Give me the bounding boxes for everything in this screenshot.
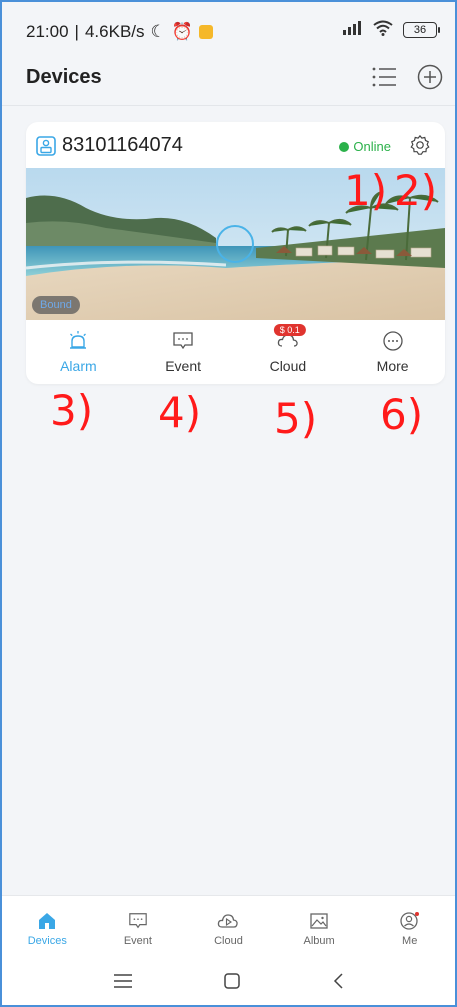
square-home-icon [223,973,240,989]
device-camera-icon [36,135,56,156]
nav-devices[interactable]: Devices [2,896,93,962]
wifi-icon [373,20,393,39]
profile-icon [400,912,419,930]
nav-event-label: Event [123,935,152,947]
nav-me-label: Me [402,935,418,947]
signal-icon [341,21,363,38]
alarm-siren-icon [70,331,87,349]
menu-icon [113,974,132,988]
event-message-icon [129,913,147,929]
alarm-clock-icon: ⏰ [171,22,193,41]
event-message-icon [173,332,193,350]
status-separator: | [74,22,79,41]
online-dot [339,141,350,152]
bottom-nav: Devices Event Cloud Album Me [2,895,455,962]
online-status: Online [339,139,391,154]
status-left: 21:00 | 4.6KB/s ☾ ⏰ [26,22,213,42]
home-icon [39,913,56,929]
nav-me[interactable]: Me [364,896,455,962]
status-right: 36 [341,20,440,39]
device-actions: Alarm Event $ 0.1 Cloud More [26,320,445,384]
event-button[interactable]: Event [131,320,236,384]
album-image-icon [310,913,328,929]
device-id: 83101164074 [62,134,183,156]
header: Devices [2,58,455,104]
system-nav-bar [2,962,455,1005]
nav-cloud[interactable]: Cloud [183,896,274,962]
annotation-2: 2) [394,166,438,215]
system-menu-button[interactable] [113,973,133,994]
nav-cloud-label: Cloud [214,935,243,947]
cloud-play-icon [218,914,239,928]
back-chevron-icon [333,973,343,989]
cloud-button[interactable]: $ 0.1 Cloud [236,320,341,384]
annotation-4: 4) [158,388,202,437]
header-divider [2,105,455,106]
alarm-label: Alarm [60,358,97,374]
device-card-header: 83101164074 Online [26,122,445,168]
cloud-label: Cloud [269,358,307,374]
annotation-3: 3) [50,386,94,435]
device-card: 83101164074 Online Bound Alarm Event $ 0… [26,122,445,384]
bound-badge: Bound [32,296,80,314]
add-circle-icon [417,64,443,90]
add-device-button[interactable] [415,62,445,92]
nav-devices-label: Devices [27,935,67,947]
battery-icon: 36 [403,21,440,38]
online-status-label: Online [353,139,391,154]
event-label: Event [165,358,202,374]
system-home-button[interactable] [223,972,241,995]
alarm-button[interactable]: Alarm [26,320,131,384]
status-bar: 21:00 | 4.6KB/s ☾ ⏰ 36 [2,2,455,58]
battery-level: 36 [413,23,427,36]
device-title[interactable]: 83101164074 [36,134,183,157]
list-view-button[interactable] [369,62,399,92]
notification-app-icon [198,25,213,39]
more-button[interactable]: More [340,320,445,384]
app-frame: 21:00 | 4.6KB/s ☾ ⏰ 36 Devices 831011640… [0,0,457,1007]
annotation-1: 1) [344,166,388,215]
status-speed: 4.6KB/s [84,22,145,41]
header-actions [369,62,445,92]
more-label: More [376,358,409,374]
device-settings-button[interactable] [409,134,431,161]
more-icon [382,331,403,351]
cloud-price-badge: $ 0.1 [273,324,306,336]
moon-icon: ☾ [150,22,166,41]
annotation-5: 5) [274,394,318,443]
nav-album-label: Album [303,935,335,947]
system-back-button[interactable] [331,972,345,995]
nav-album[interactable]: Album [274,896,365,962]
status-time: 21:00 [26,22,69,41]
nav-event[interactable]: Event [93,896,184,962]
list-icon [372,67,396,87]
page-title: Devices [26,66,102,88]
annotation-6: 6) [380,390,424,439]
gear-icon [410,134,430,155]
play-ring-icon[interactable] [216,225,254,263]
